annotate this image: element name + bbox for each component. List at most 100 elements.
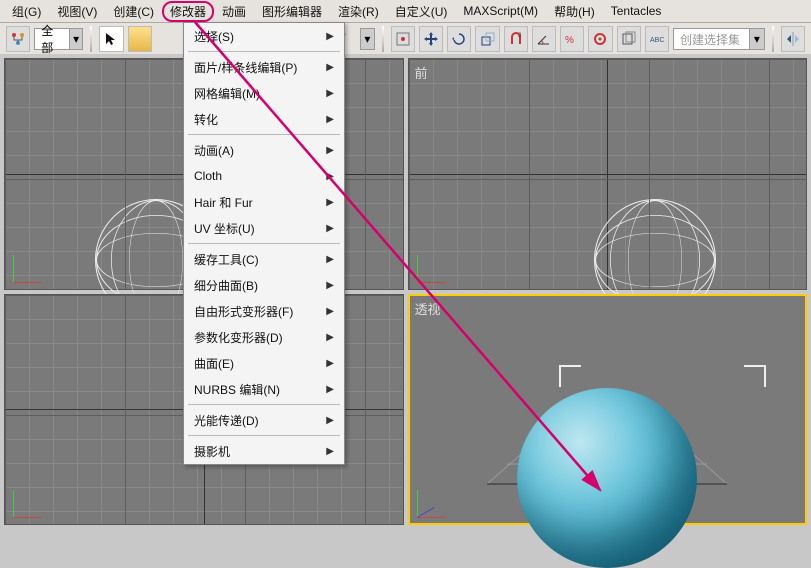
- menu-item-label: 光能传递(D): [194, 412, 259, 429]
- menu-item-surface[interactable]: 曲面(E) ▶: [184, 350, 344, 376]
- menu-item-mesh-edit[interactable]: 网格编辑(M) ▶: [184, 80, 344, 106]
- viewport-label: 前: [415, 63, 428, 82]
- axis-x-line: [409, 174, 807, 175]
- toolbar-separator: [90, 26, 92, 52]
- submenu-arrow-icon: ▶: [326, 254, 334, 265]
- menu-item-hair-fur[interactable]: Hair 和 Fur▶: [184, 189, 344, 215]
- menu-customize[interactable]: 自定义(U): [387, 1, 456, 22]
- menu-item-animation[interactable]: 动画(A)▶: [184, 137, 344, 163]
- submenu-arrow-icon: ▶: [326, 332, 334, 343]
- angle-snap-icon[interactable]: [532, 26, 556, 52]
- menu-item-ffd[interactable]: 自由形式变形器(F) ▶: [184, 298, 344, 324]
- named-selection-combo[interactable]: 创建选择集 ▾: [673, 28, 765, 50]
- menu-item-label: 面片/样条线编辑(P): [194, 59, 297, 76]
- chevron-down-icon: ▾: [69, 29, 83, 49]
- main-toolbar: 全部 ▾ 视图 ▾ 3 % ABC 创建选择集 ▾: [0, 23, 811, 56]
- viewport-perspective[interactable]: 透视: [408, 294, 808, 526]
- menu-item-cloth[interactable]: Cloth ▶: [184, 163, 344, 189]
- menu-item-radiosity[interactable]: 光能传递(D) ▶: [184, 407, 344, 433]
- safe-frame-corner: [559, 365, 581, 387]
- submenu-arrow-icon: ▶: [326, 358, 334, 369]
- schematic-view-icon[interactable]: [6, 26, 30, 52]
- select-region-icon[interactable]: [128, 26, 152, 52]
- menu-modifiers[interactable]: 修改器: [162, 1, 214, 22]
- menu-grapheditor[interactable]: 图形编辑器: [254, 1, 330, 22]
- submenu-arrow-icon: ▶: [326, 306, 334, 317]
- submenu-arrow-icon: ▶: [326, 31, 334, 42]
- submenu-arrow-icon: ▶: [326, 384, 334, 395]
- menu-create[interactable]: 创建(C): [105, 1, 162, 22]
- menu-item-selection[interactable]: 选择(S) ▶: [184, 23, 344, 49]
- chevron-down-icon[interactable]: ▾: [360, 28, 375, 50]
- svg-text:ABC: ABC: [650, 37, 664, 44]
- snap-toggle-icon[interactable]: 3: [504, 26, 528, 52]
- submenu-arrow-icon: ▶: [326, 446, 334, 457]
- menu-item-label: 自由形式变形器(F): [194, 303, 293, 320]
- submenu-arrow-icon: ▶: [326, 114, 334, 125]
- spinner-snap-icon[interactable]: [588, 26, 612, 52]
- submenu-arrow-icon: ▶: [326, 223, 334, 234]
- menu-item-cache-tools[interactable]: 缓存工具(C) ▶: [184, 246, 344, 272]
- select-rotate-icon[interactable]: [447, 26, 471, 52]
- toolbar-separator: [382, 26, 384, 52]
- submenu-arrow-icon: ▶: [326, 415, 334, 426]
- menu-animation[interactable]: 动画: [214, 1, 254, 22]
- abc-icon[interactable]: ABC: [645, 26, 669, 52]
- toolbar-separator: [772, 26, 774, 52]
- menu-view[interactable]: 视图(V): [49, 1, 105, 22]
- menu-separator: [188, 51, 340, 52]
- axis-y-line: [607, 59, 608, 289]
- select-cursor-icon[interactable]: [99, 26, 123, 52]
- mirror-icon[interactable]: [781, 26, 805, 52]
- submenu-arrow-icon: ▶: [326, 88, 334, 99]
- menu-separator: [188, 435, 340, 436]
- menu-item-label: Hair 和 Fur: [194, 194, 253, 211]
- menu-separator: [188, 404, 340, 405]
- selection-filter-label: 全部: [35, 22, 69, 56]
- menu-item-param-deform[interactable]: 参数化变形器(D) ▶: [184, 324, 344, 350]
- menu-item-label: 参数化变形器(D): [194, 329, 283, 346]
- menu-item-label: 缓存工具(C): [194, 251, 259, 268]
- svg-text:%: %: [565, 35, 574, 46]
- safe-frame-corner: [744, 365, 766, 387]
- pivot-center-icon[interactable]: [391, 26, 415, 52]
- menu-separator: [188, 134, 340, 135]
- menu-item-cameras[interactable]: 摄影机 ▶: [184, 438, 344, 464]
- submenu-arrow-icon: ▶: [326, 62, 334, 73]
- shaded-sphere[interactable]: [517, 388, 697, 568]
- submenu-arrow-icon: ▶: [326, 145, 334, 156]
- menu-item-label: 细分曲面(B): [194, 277, 258, 294]
- menu-maxscript[interactable]: MAXScript(M): [455, 2, 546, 20]
- menu-separator: [188, 243, 340, 244]
- menu-tentacles[interactable]: Tentacles: [603, 2, 670, 20]
- menu-item-label: NURBS 编辑(N): [194, 381, 280, 398]
- viewport-label: 透视: [415, 299, 441, 318]
- selection-filter-combo[interactable]: 全部 ▾: [34, 28, 83, 50]
- menu-item-label: 曲面(E): [194, 355, 234, 372]
- menu-group[interactable]: 组(G): [4, 1, 49, 22]
- menu-render[interactable]: 渲染(R): [330, 1, 387, 22]
- submenu-arrow-icon: ▶: [326, 171, 334, 182]
- menu-item-patch-spline[interactable]: 面片/样条线编辑(P) ▶: [184, 54, 344, 80]
- viewport-quad: 顶 前 左 透视: [0, 54, 811, 529]
- select-scale-icon[interactable]: [475, 26, 499, 52]
- menu-item-label: 转化: [194, 111, 218, 128]
- percent-snap-icon[interactable]: %: [560, 26, 584, 52]
- menu-item-uv[interactable]: UV 坐标(U)▶: [184, 215, 344, 241]
- menu-item-label: 选择(S): [194, 28, 234, 45]
- modifiers-dropdown: 选择(S)▶ 面片/样条线编辑(P)▶ 网格编辑(M)▶ 转化▶ 动画(A)▶ …: [183, 22, 345, 465]
- menu-bar: 组(G) 视图(V) 创建(C) 修改器 动画 图形编辑器 渲染(R) 自定义(…: [0, 0, 811, 23]
- menu-item-label: 网格编辑(M): [194, 85, 260, 102]
- select-move-icon[interactable]: [419, 26, 443, 52]
- menu-help[interactable]: 帮助(H): [546, 1, 603, 22]
- named-sel-sets-icon[interactable]: [617, 26, 641, 52]
- menu-item-label: 摄影机: [194, 443, 230, 460]
- svg-text:3: 3: [518, 33, 522, 39]
- menu-item-label: Cloth: [194, 169, 222, 183]
- named-selection-placeholder: 创建选择集: [674, 31, 746, 48]
- chevron-down-icon: ▾: [749, 29, 764, 49]
- menu-item-subdiv[interactable]: 细分曲面(B)▶: [184, 272, 344, 298]
- viewport-front[interactable]: 前: [408, 58, 808, 290]
- menu-item-nurbs[interactable]: NURBS 编辑(N) ▶: [184, 376, 344, 402]
- menu-item-convert[interactable]: 转化 ▶: [184, 106, 344, 132]
